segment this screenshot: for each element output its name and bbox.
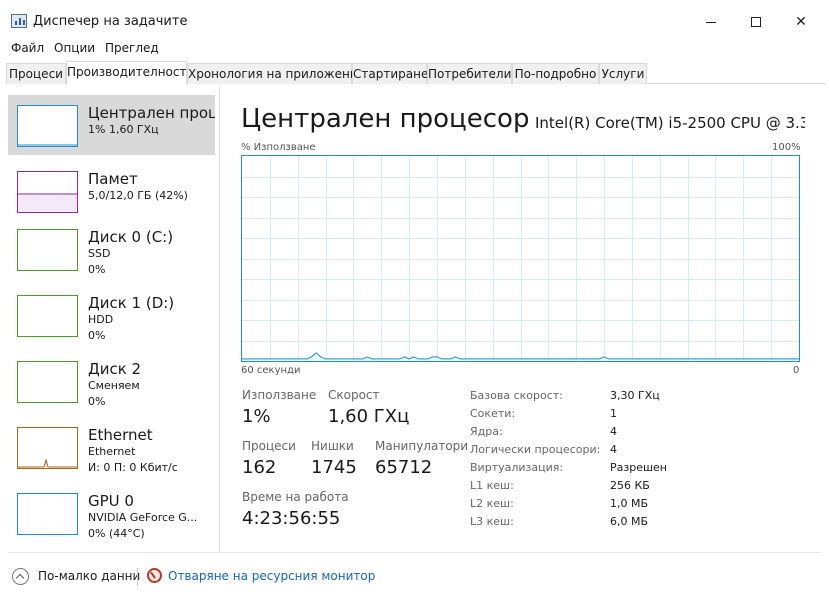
resource-monitor-icon bbox=[147, 568, 162, 583]
processes-value: 162 bbox=[242, 457, 277, 478]
disk-thumbnail bbox=[17, 229, 78, 271]
resource-sidebar: Централен процесор 1% 1,60 ГХц Памет 5,0… bbox=[8, 95, 215, 550]
spec-l3-cache-value: 6,0 МБ bbox=[610, 515, 649, 528]
processes-label: Процеси bbox=[242, 439, 296, 453]
ethernet-thumbnail bbox=[17, 427, 78, 469]
cpu-utilization-graph bbox=[241, 155, 800, 362]
window-title: Диспечер на задачите bbox=[33, 14, 188, 29]
sidebar-divider bbox=[219, 86, 220, 552]
uptime-value: 4:23:56:55 bbox=[242, 508, 341, 529]
sidebar-item-disk-1[interactable]: Диск 1 (D:) HDD 0% bbox=[8, 285, 215, 345]
threads-value: 1745 bbox=[311, 457, 357, 478]
handles-label: Манипулатори bbox=[375, 439, 469, 453]
tab-startup[interactable]: Стартиране bbox=[352, 63, 428, 84]
gpu-thumbnail bbox=[17, 493, 78, 535]
sidebar-item-detail: Ethernet bbox=[88, 445, 136, 458]
tab-processes[interactable]: Процеси bbox=[6, 63, 66, 84]
sidebar-item-detail: Сменяем bbox=[88, 379, 140, 392]
handles-value: 65712 bbox=[375, 457, 433, 478]
memory-thumbnail bbox=[17, 171, 78, 213]
sidebar-item-title: Ethernet bbox=[88, 426, 153, 444]
spec-sockets-label: Сокети: bbox=[470, 407, 516, 420]
footer-separator bbox=[137, 568, 138, 586]
graph-x-left-label: 60 секунди bbox=[241, 365, 301, 376]
sidebar-item-disk-2[interactable]: Диск 2 Сменяем 0% bbox=[8, 351, 215, 411]
spec-cores-label: Ядра: bbox=[470, 425, 503, 438]
title-bar: Диспечер на задачите ✕ bbox=[0, 0, 829, 40]
menu-options[interactable]: Опции bbox=[54, 41, 95, 55]
spec-l1-cache-label: L1 кеш: bbox=[470, 479, 514, 492]
sidebar-item-title: Централен процесор bbox=[88, 104, 215, 122]
chevron-up-icon[interactable] bbox=[12, 568, 29, 585]
sidebar-item-detail: HDD bbox=[88, 313, 114, 326]
open-resource-monitor-link[interactable]: Отваряне на ресурсния монитор bbox=[168, 569, 375, 583]
sidebar-item-usage: 0% bbox=[88, 263, 106, 276]
menu-view[interactable]: Преглед bbox=[105, 41, 159, 55]
task-manager-icon bbox=[11, 14, 27, 28]
spec-l2-cache-value: 1,0 МБ bbox=[610, 497, 649, 510]
sidebar-item-detail: SSD bbox=[88, 247, 111, 260]
speed-label: Скорост bbox=[328, 388, 380, 402]
graph-y-axis-label: % Използване bbox=[241, 142, 316, 153]
uptime-label: Време на работа bbox=[242, 490, 349, 504]
tab-services[interactable]: Услуги bbox=[599, 63, 647, 84]
sidebar-item-title: Диск 1 (D:) bbox=[88, 294, 175, 312]
sidebar-item-detail: 1% 1,60 ГХц bbox=[88, 123, 159, 136]
sidebar-item-usage: 0% bbox=[88, 395, 106, 408]
sidebar-item-disk-0[interactable]: Диск 0 (C:) SSD 0% bbox=[8, 219, 215, 279]
tab-users[interactable]: Потребители bbox=[427, 63, 512, 84]
sidebar-item-title: Памет bbox=[88, 170, 138, 188]
spec-logical-processors-value: 4 bbox=[610, 443, 617, 456]
sidebar-item-detail: 5,0/12,0 ГБ (42%) bbox=[88, 189, 188, 202]
disk-thumbnail bbox=[17, 295, 78, 337]
graph-x-right-label: 0 bbox=[793, 365, 800, 376]
disk-thumbnail bbox=[17, 361, 78, 403]
graph-y-max-label: 100% bbox=[772, 142, 801, 153]
spec-sockets-value: 1 bbox=[610, 407, 617, 420]
cpu-model-name: Intel(R) Core(TM) i5-2500 CPU @ 3.3... bbox=[535, 114, 805, 132]
sidebar-item-usage: 0% bbox=[88, 329, 106, 342]
menu-file[interactable]: Файл bbox=[11, 41, 44, 55]
spec-virtualization-label: Виртуализация: bbox=[470, 461, 564, 474]
spec-logical-processors-label: Логически процесори: bbox=[470, 443, 601, 456]
menu-bar: Файл Опции Преглед bbox=[0, 40, 829, 60]
sidebar-item-title: GPU 0 bbox=[88, 492, 134, 510]
spec-base-speed-label: Базова скорост: bbox=[470, 389, 563, 402]
fewer-details-button[interactable]: По-малко данни bbox=[38, 569, 140, 583]
tab-details[interactable]: По-подробно bbox=[512, 63, 599, 84]
sidebar-item-gpu[interactable]: GPU 0 NVIDIA GeForce G... 0% (44°C) bbox=[8, 483, 215, 543]
sidebar-item-title: Диск 2 bbox=[88, 360, 142, 378]
spec-cores-value: 4 bbox=[610, 425, 617, 438]
spec-base-speed-value: 3,30 ГХц bbox=[610, 389, 660, 402]
threads-label: Нишки bbox=[311, 439, 354, 453]
spec-l3-cache-label: L3 кеш: bbox=[470, 515, 514, 528]
tab-performance[interactable]: Производителност bbox=[66, 61, 187, 85]
cpu-thumbnail bbox=[17, 105, 78, 147]
speed-value: 1,60 ГХц bbox=[328, 406, 410, 427]
close-button[interactable]: ✕ bbox=[778, 8, 824, 36]
maximize-button[interactable] bbox=[733, 8, 779, 36]
footer-divider bbox=[8, 552, 821, 553]
utilization-value: 1% bbox=[242, 406, 271, 427]
footer: По-малко данни Отваряне на ресурсния мон… bbox=[0, 552, 829, 602]
minimize-button[interactable] bbox=[688, 8, 734, 36]
sidebar-item-cpu[interactable]: Централен процесор 1% 1,60 ГХц bbox=[8, 95, 215, 155]
tab-app-history[interactable]: Хронология на приложение bbox=[187, 63, 365, 84]
sidebar-item-ethernet[interactable]: Ethernet Ethernet И: 0 П: 0 Кбит/с bbox=[8, 417, 215, 477]
utilization-label: Използване bbox=[242, 388, 317, 402]
maximize-icon bbox=[751, 17, 761, 27]
sidebar-item-throughput: И: 0 П: 0 Кбит/с bbox=[88, 461, 178, 474]
tab-bar: Процеси Производителност Хронология на п… bbox=[6, 61, 826, 85]
sidebar-item-usage: 0% (44°C) bbox=[88, 527, 145, 540]
close-icon: ✕ bbox=[795, 14, 807, 30]
spec-l2-cache-label: L2 кеш: bbox=[470, 497, 514, 510]
sidebar-item-detail: NVIDIA GeForce G... bbox=[88, 511, 198, 524]
minimize-icon bbox=[706, 21, 716, 23]
sidebar-item-title: Диск 0 (C:) bbox=[88, 228, 174, 246]
cpu-utilization-chart bbox=[242, 156, 799, 361]
spec-l1-cache-value: 256 КБ bbox=[610, 479, 650, 492]
spec-virtualization-value: Разрешен bbox=[610, 461, 667, 474]
page-title: Централен процесор bbox=[241, 104, 530, 134]
sidebar-item-memory[interactable]: Памет 5,0/12,0 ГБ (42%) bbox=[8, 161, 215, 221]
